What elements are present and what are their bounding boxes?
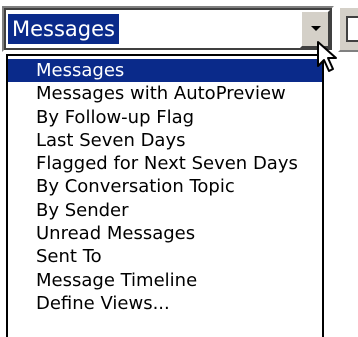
list-item-message-timeline[interactable]: Message Timeline	[8, 269, 322, 292]
current-view-combobox[interactable]: Messages	[2, 6, 334, 52]
list-item-define-views[interactable]: Define Views...	[8, 292, 322, 315]
current-view-value[interactable]: Messages	[7, 13, 120, 45]
list-item-last-seven-days[interactable]: Last Seven Days	[8, 129, 322, 152]
list-item-by-conversation-topic[interactable]: By Conversation Topic	[8, 175, 322, 198]
chevron-down-icon	[311, 26, 321, 31]
list-item-messages[interactable]: Messages	[8, 59, 322, 83]
mouse-pointer-icon	[317, 41, 337, 72]
list-item-messages-with-autopreview[interactable]: Messages with AutoPreview	[8, 82, 322, 105]
list-item-flagged-next-seven-days[interactable]: Flagged for Next Seven Days	[8, 152, 322, 175]
list-item-unread-messages[interactable]: Unread Messages	[8, 222, 322, 245]
adjacent-toolbar-icon	[346, 16, 358, 42]
list-item-by-follow-up-flag[interactable]: By Follow-up Flag	[8, 106, 322, 129]
view-selector: Messages Messages Messages with AutoPrev…	[0, 0, 358, 337]
view-dropdown-list: Messages Messages with AutoPreview By Fo…	[6, 54, 324, 337]
list-item-by-sender[interactable]: By Sender	[8, 199, 322, 222]
list-item-sent-to[interactable]: Sent To	[8, 245, 322, 268]
